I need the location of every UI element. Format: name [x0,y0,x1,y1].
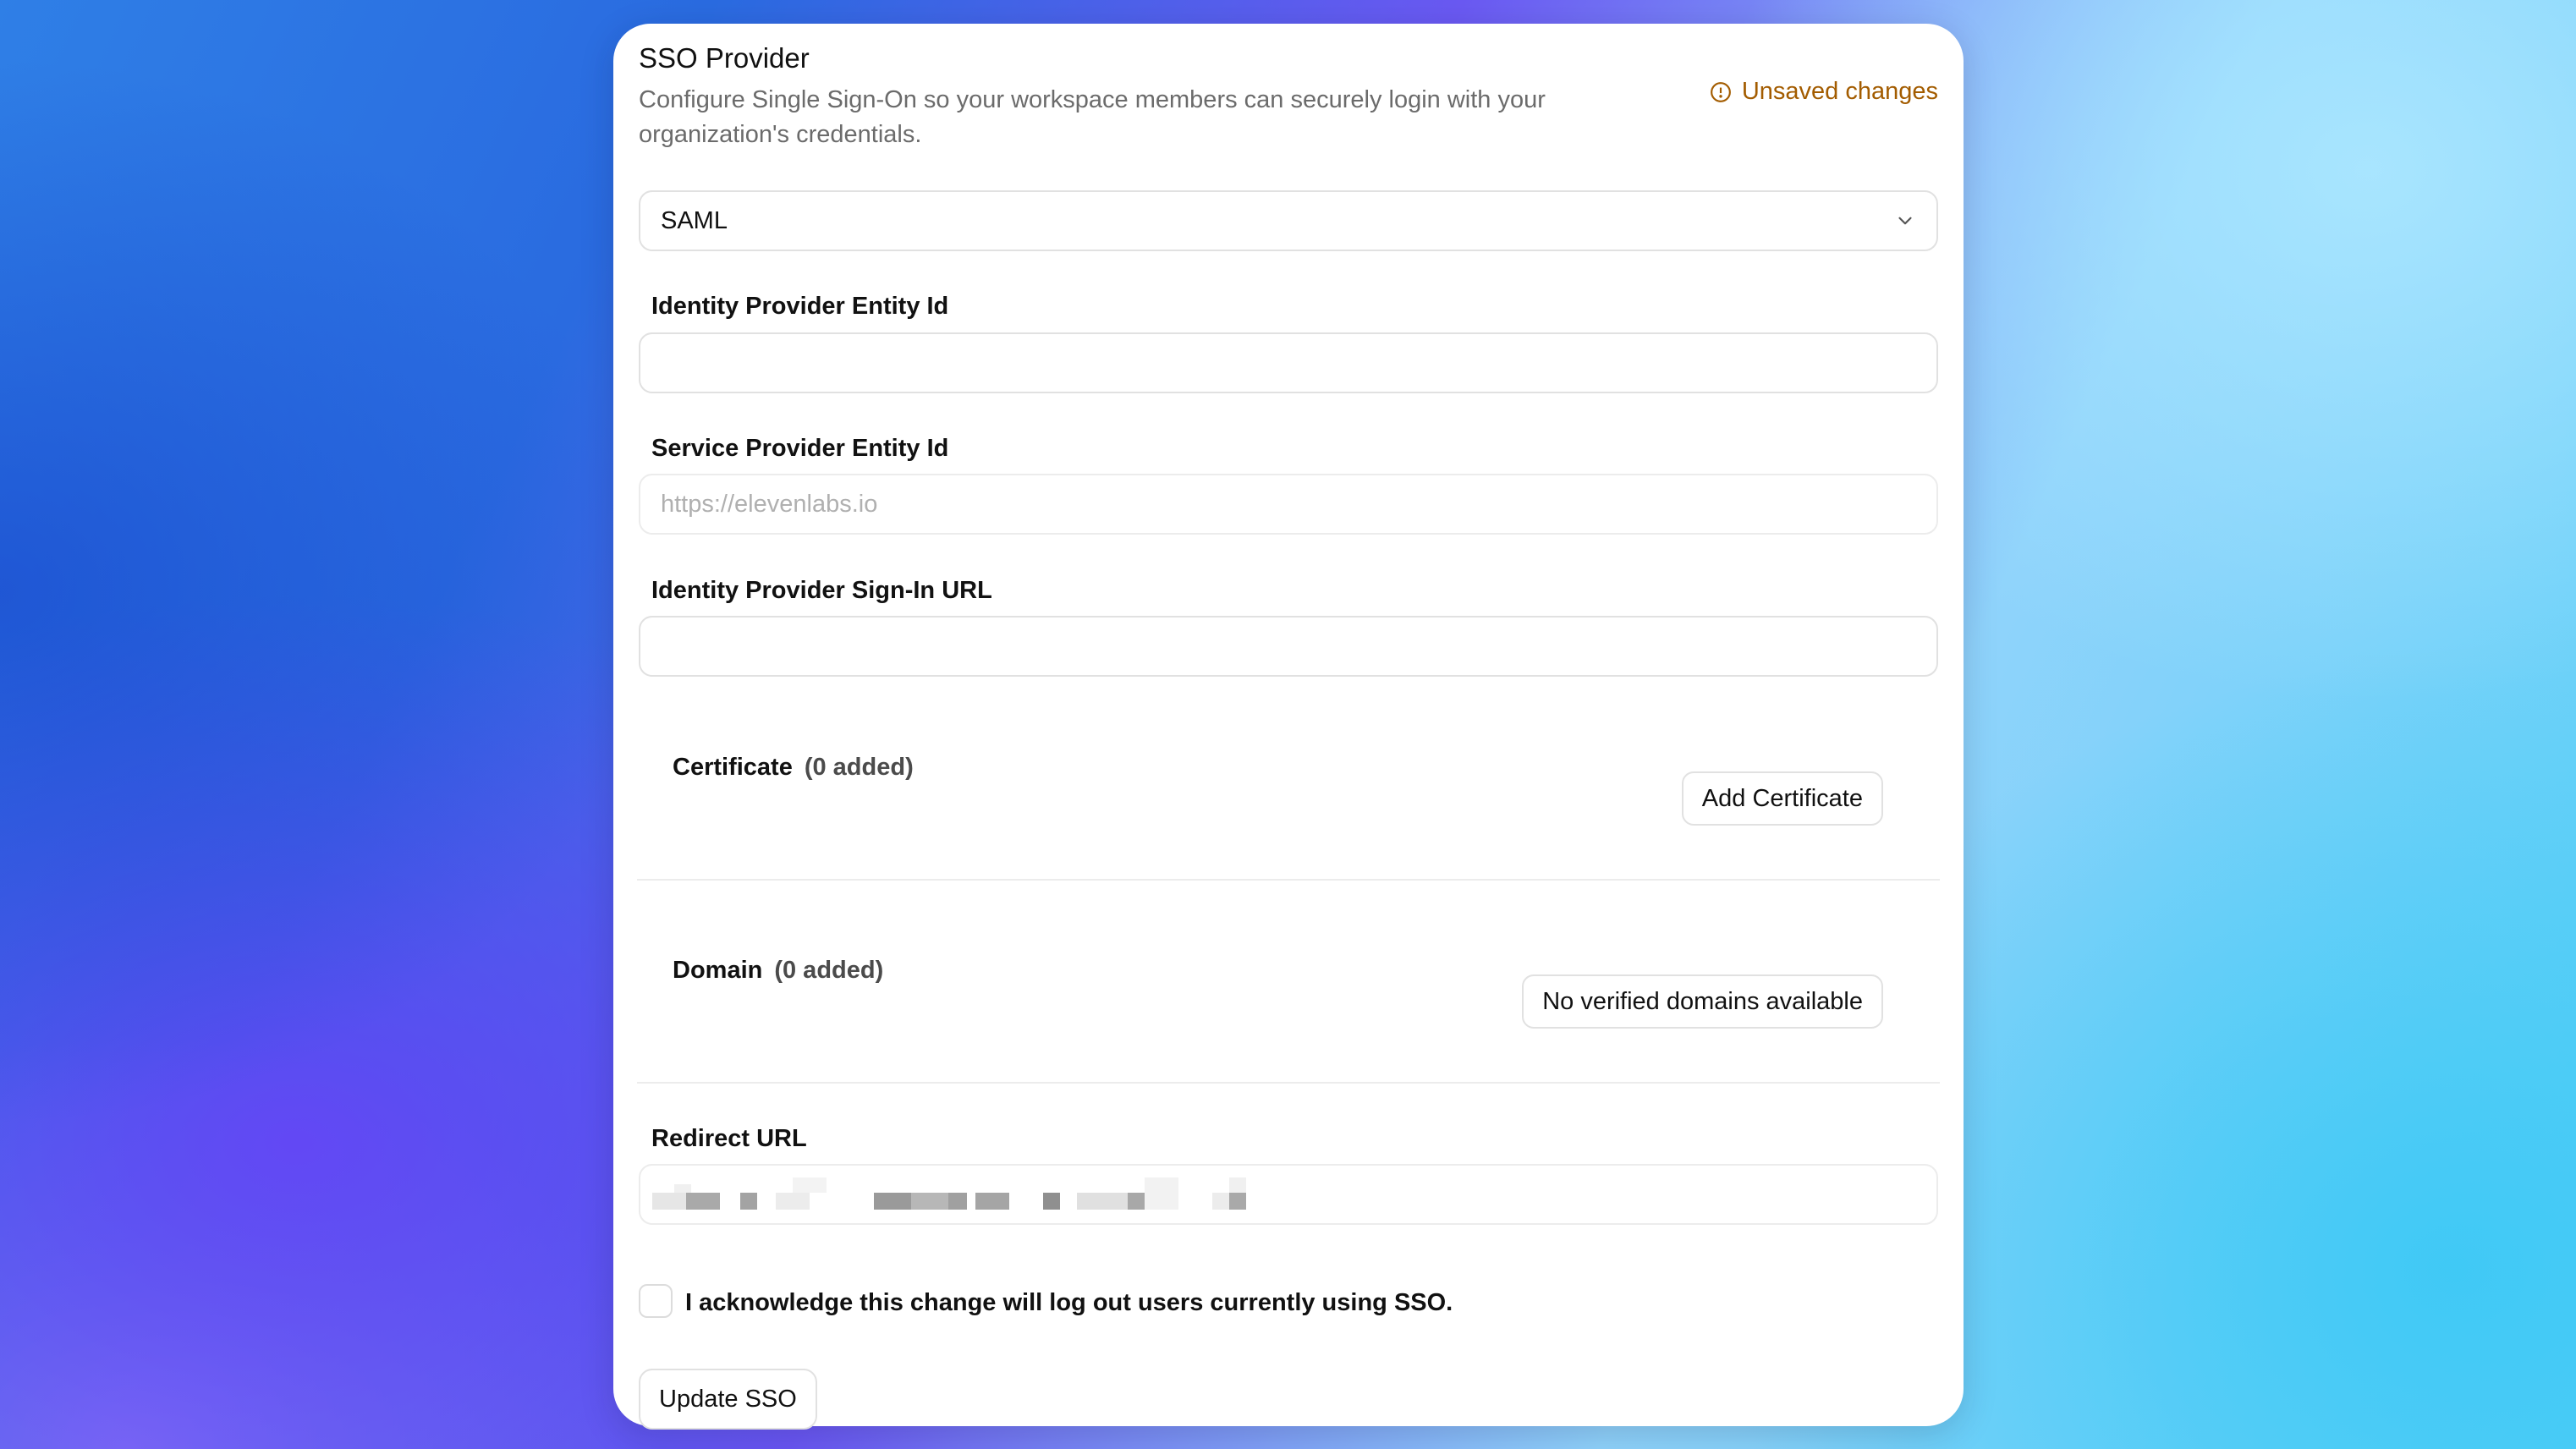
page-title: SSO Provider [639,42,810,74]
redacted-pixel [911,1193,948,1210]
sp-entity-id-label: Service Provider Entity Id [651,435,949,462]
section-divider [637,1082,1940,1084]
redacted-pixel [874,1193,911,1210]
redacted-pixel [975,1193,1009,1210]
protocol-select[interactable]: SAML [639,190,1938,251]
idp-entity-id-input[interactable] [639,332,1938,393]
redacted-pixel [1128,1193,1145,1210]
sp-entity-id-input[interactable] [639,474,1938,535]
unsaved-changes-label: Unsaved changes [1741,78,1938,105]
domain-label: Domain [673,957,763,984]
redacted-pixel [652,1193,686,1210]
certificate-label: Certificate [673,754,793,781]
page-description: Configure Single Sign-On so your workspa… [639,86,1546,148]
redacted-pixel [1043,1193,1060,1210]
redacted-pixel [776,1193,810,1210]
protocol-select-value: SAML [661,206,728,234]
redacted-pixel [1145,1177,1178,1210]
acknowledge-checkbox[interactable] [639,1284,673,1318]
certificate-heading: Certificate (0 added) [673,754,914,782]
redacted-pixel [674,1184,691,1193]
redacted-pixel [686,1193,720,1210]
redacted-pixel [740,1193,757,1210]
add-certificate-button[interactable]: Add Certificate [1681,771,1883,826]
domain-heading: Domain (0 added) [673,957,883,985]
redacted-pixel [1229,1193,1246,1210]
redacted-pixel [1212,1193,1229,1210]
redacted-pixel [948,1193,967,1210]
redacted-pixel [1077,1193,1128,1210]
unsaved-changes-indicator: Unsaved changes [1710,78,1938,106]
info-circle-icon [1710,81,1732,103]
idp-signin-url-input[interactable] [639,616,1938,677]
redirect-url-field[interactable] [639,1164,1938,1225]
idp-entity-id-label: Identity Provider Entity Id [651,293,949,320]
redirect-url-label: Redirect URL [651,1125,807,1152]
no-verified-domains-button[interactable]: No verified domains available [1522,974,1883,1029]
redacted-pixel [793,1177,827,1193]
chevron-down-icon [1894,210,1916,232]
idp-signin-url-label: Identity Provider Sign-In URL [651,577,992,604]
certificate-count: (0 added) [804,754,914,781]
update-sso-button[interactable]: Update SSO [639,1369,817,1430]
redacted-pixel [1229,1177,1246,1193]
section-divider [637,879,1940,881]
acknowledge-label: I acknowledge this change will log out u… [685,1289,1453,1316]
sso-provider-card: SSO Provider Configure Single Sign-On so… [613,24,1964,1430]
domain-count: (0 added) [774,957,884,984]
